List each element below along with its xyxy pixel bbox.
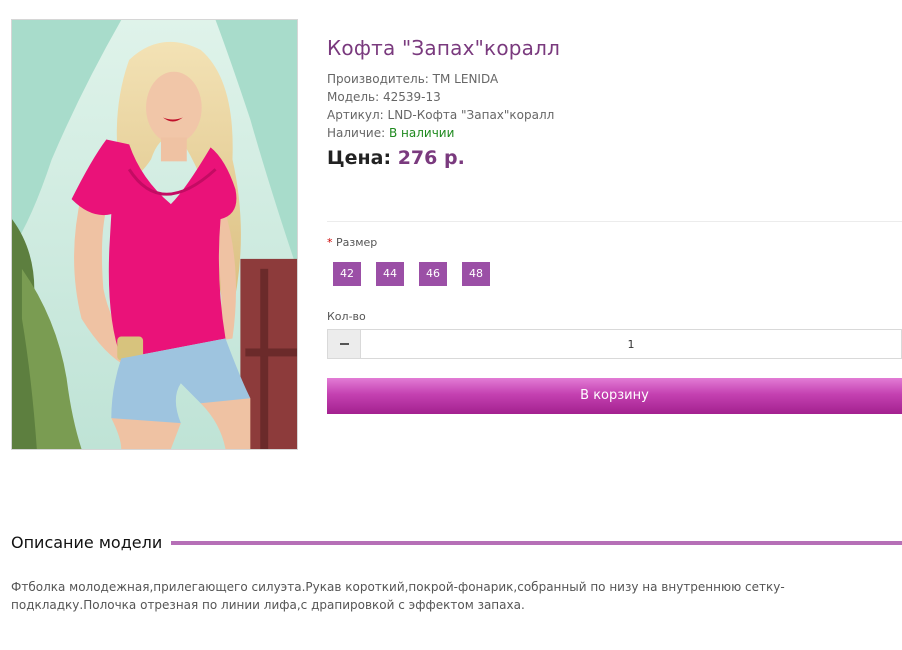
product-photo [12,20,297,449]
size-option-44[interactable]: 44 [376,262,404,286]
quantity-stepper [327,329,902,359]
size-label-text: Размер [336,236,378,249]
model-row: Модель: 42539-13 [327,88,902,106]
price-value: 276 р. [397,147,465,169]
product-specs: Производитель: TM LENIDA Модель: 42539-1… [327,70,902,142]
product-info: Кофта "Запах"коралл Производитель: TM LE… [327,36,902,169]
manufacturer-link[interactable]: TM LENIDA [433,72,499,86]
quantity-input[interactable] [361,330,901,358]
description-header: Описание модели [11,533,902,552]
size-options: 42 44 46 48 [333,262,490,286]
minus-icon [339,343,349,345]
size-option-48[interactable]: 48 [462,262,490,286]
quantity-label: Кол-во [327,310,366,323]
size-option-46[interactable]: 46 [419,262,447,286]
required-mark: * [327,236,333,249]
model-label: Модель: [327,90,380,104]
manufacturer-row: Производитель: TM LENIDA [327,70,902,88]
description-title: Описание модели [11,533,163,552]
add-to-cart-button[interactable]: В корзину [327,378,902,414]
availability-status: В наличии [389,126,455,140]
product-title: Кофта "Запах"коралл [327,36,561,60]
description-divider [171,540,902,545]
size-label: * Размер [327,236,377,249]
sku-row: Артикул: LND-Кофта "Запах"коралл [327,106,902,124]
availability-row: Наличие: В наличии [327,124,902,142]
sku-label: Артикул: [327,108,384,122]
quantity-decrease-button[interactable] [328,330,361,358]
description-text: Фтболка молодежная,прилегающего силуэта.… [11,580,785,612]
price-row: Цена: 276 р. [327,147,902,169]
options-divider [327,221,902,222]
model-value: 42539-13 [383,90,441,104]
availability-label: Наличие: [327,126,386,140]
price-label: Цена: [327,147,392,169]
product-image[interactable] [11,19,298,450]
sku-value: LND-Кофта "Запах"коралл [387,108,555,122]
manufacturer-label: Производитель: [327,72,429,86]
size-option-42[interactable]: 42 [333,262,361,286]
